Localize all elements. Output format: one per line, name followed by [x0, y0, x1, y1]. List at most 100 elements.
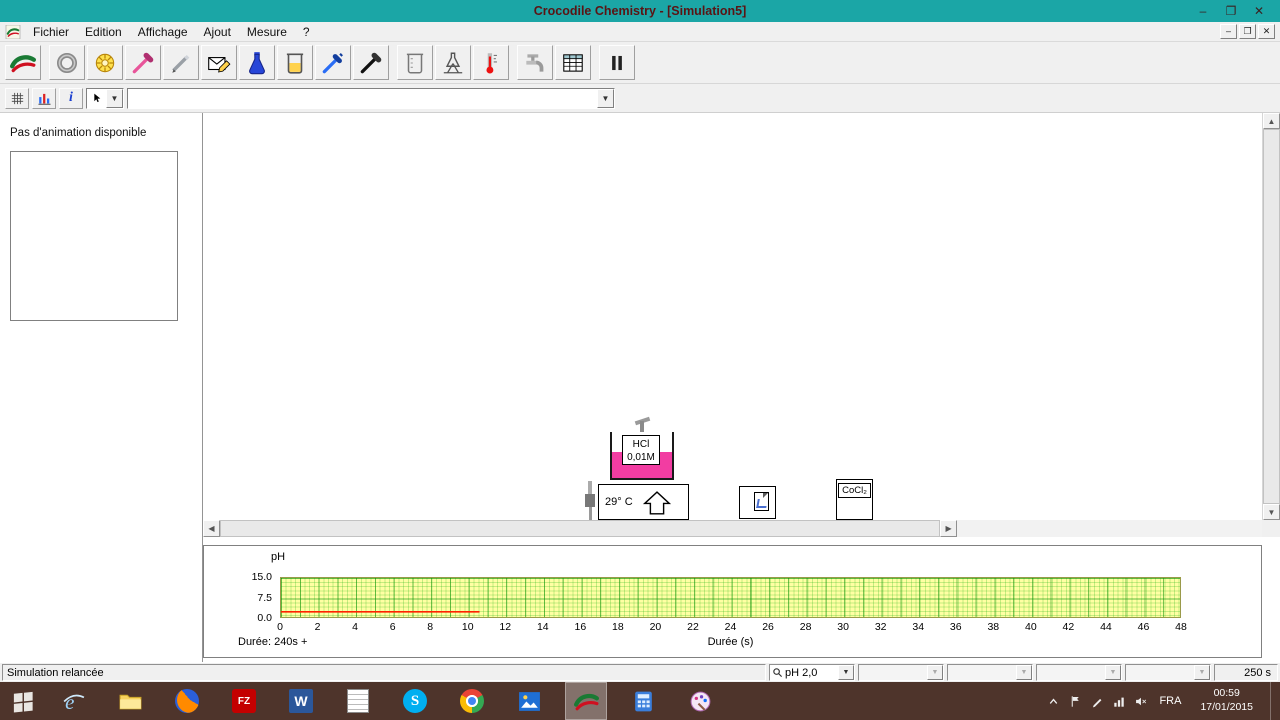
syringe-blue-button[interactable] — [315, 45, 351, 80]
x-tick-label: 40 — [1024, 621, 1037, 633]
status-combo-1[interactable]: ▼ — [858, 664, 944, 681]
pen-input-icon[interactable] — [1091, 695, 1104, 708]
close-button[interactable]: ✕ — [1252, 0, 1266, 22]
bottle-cocl2[interactable]: CoCl₂ — [836, 479, 873, 520]
beaker-outline-button[interactable] — [397, 45, 433, 80]
graph-x-axis: 0 2 4 6 8 10 12 14 16 18 20 22 24 26 28 30 32 34 36 38 40 42 4… — [277, 621, 1187, 634]
taskbar-app-filezilla[interactable]: FZ — [223, 682, 265, 720]
cursor-icon — [94, 93, 101, 102]
ph-combo-arrow[interactable]: ▼ — [838, 665, 854, 680]
status-combo-2-arrow: ▼ — [1016, 665, 1032, 680]
clock-time: 00:59 — [1213, 687, 1240, 700]
window-title: Crocodile Chemistry - [Simulation5] — [533, 4, 747, 18]
grid-small-button[interactable] — [5, 87, 29, 109]
animation-sidebar: Pas d'animation disponible — [0, 113, 203, 662]
data-table-button[interactable] — [555, 45, 591, 80]
scroll-left-button[interactable]: ◀ — [203, 520, 220, 537]
status-combo-3[interactable]: ▼ — [1036, 664, 1122, 681]
graph-title: pH — [271, 551, 286, 563]
y-tick-label: 15.0 — [251, 570, 272, 583]
graph-x-axis-label: Durée (s) — [707, 636, 754, 648]
taskbar-app-paint[interactable] — [679, 682, 721, 720]
flask-stand-button[interactable] — [435, 45, 471, 80]
gear-yellow-button[interactable] — [87, 45, 123, 80]
status-combo-4[interactable]: ▼ — [1125, 664, 1211, 681]
system-tray: FRA 00:59 17/01/2015 — [1047, 682, 1280, 720]
taskbar-clock[interactable]: 00:59 17/01/2015 — [1192, 687, 1261, 714]
thermometer-button[interactable] — [473, 45, 509, 80]
taskbar-app-chrome[interactable] — [451, 682, 493, 720]
ph-graph-panel[interactable]: pH 15.0 7.5 0.0 0 2 4 6 8 10 12 14 16 18 20 22 24 26 28 3… — [203, 545, 1262, 658]
heater[interactable]: 29° C — [598, 484, 689, 520]
probe-tip — [589, 507, 592, 520]
taskbar-app-firefox[interactable] — [166, 682, 208, 720]
tray-expand-icon[interactable] — [1047, 695, 1060, 708]
mdi-close-button[interactable]: ✕ — [1258, 24, 1275, 39]
graph-y-axis: 15.0 7.5 0.0 — [204, 571, 276, 624]
scroll-down-button[interactable]: ▼ — [1263, 504, 1280, 520]
mdi-restore-button[interactable]: ❐ — [1239, 24, 1256, 39]
info-button[interactable]: i — [59, 87, 83, 109]
temperature-probe[interactable] — [583, 481, 597, 520]
volume-icon[interactable] — [1135, 695, 1148, 708]
ph-combo[interactable]: pH 2,0 ▼ — [769, 664, 855, 681]
wheel-button[interactable] — [49, 45, 85, 80]
selection-combobox-arrow[interactable]: ▼ — [597, 88, 614, 108]
status-combo-3-arrow: ▼ — [1105, 665, 1121, 680]
x-tick-label: 28 — [799, 621, 812, 633]
scroll-right-button[interactable]: ▶ — [940, 520, 958, 537]
taskbar-app-ie[interactable]: e — [52, 682, 94, 720]
pencil-button[interactable] — [163, 45, 199, 80]
network-icon[interactable] — [1113, 695, 1126, 708]
action-center-icon[interactable] — [1069, 695, 1082, 708]
language-indicator[interactable]: FRA — [1157, 695, 1183, 707]
beaker-yellow-button[interactable] — [277, 45, 313, 80]
show-desktop-button[interactable] — [1270, 682, 1276, 720]
chemical-box[interactable] — [739, 486, 776, 519]
scrollbar-corner — [1262, 520, 1280, 537]
menu-item-fichier[interactable]: Fichier — [25, 23, 77, 41]
taskbar-app-notepad[interactable] — [337, 682, 379, 720]
flask-blue-button[interactable] — [239, 45, 275, 80]
graph-plot-area[interactable] — [280, 577, 1181, 618]
vertical-scroll-thumb[interactable] — [1263, 129, 1280, 504]
mdi-minimize-button[interactable]: – — [1220, 24, 1237, 39]
menu-item-mesure[interactable]: Mesure — [239, 23, 295, 41]
extra-combos: ▼ ▼ ▼ ▼ — [858, 664, 1211, 681]
x-tick-label: 8 — [427, 621, 434, 633]
status-bar: Simulation relancée pH 2,0 ▼ ▼ ▼ ▼ ▼ 250 s — [0, 662, 1280, 682]
status-combo-2[interactable]: ▼ — [947, 664, 1033, 681]
start-button[interactable] — [2, 682, 44, 720]
envelope-edit-button[interactable] — [201, 45, 237, 80]
taskbar-app-calculator[interactable] — [622, 682, 664, 720]
taskbar-app-photos[interactable] — [508, 682, 550, 720]
horizontal-scroll-thumb[interactable] — [220, 520, 941, 537]
simulation-canvas[interactable]: HCl 0,01M 29° C CoCl₂ — [203, 113, 1262, 520]
taskbar-app-explorer[interactable] — [109, 682, 151, 720]
taskbar-app-word[interactable]: W — [280, 682, 322, 720]
chart-small-button[interactable] — [32, 87, 56, 109]
restore-button[interactable]: ❐ — [1224, 0, 1238, 22]
menu-item-edition[interactable]: Edition — [77, 23, 130, 41]
x-tick-label: 22 — [687, 621, 699, 633]
tap-button[interactable] — [517, 45, 553, 80]
selection-combobox[interactable]: ▼ — [127, 87, 615, 109]
info-icon: i — [69, 90, 73, 105]
scroll-up-button[interactable]: ▲ — [1263, 113, 1280, 129]
crocodile-logo-button[interactable] — [5, 45, 41, 80]
dropper-pink-button[interactable] — [125, 45, 161, 80]
taskbar-app-skype[interactable]: S — [394, 682, 436, 720]
horizontal-scrollbar[interactable]: ◀ ▶ — [203, 520, 1262, 537]
beaker-hcl[interactable]: HCl 0,01M — [610, 416, 674, 480]
pointer-combo-arrow[interactable]: ▼ — [106, 88, 123, 108]
minimize-button[interactable]: – — [1196, 0, 1210, 22]
pause-button[interactable] — [599, 45, 635, 80]
pointer-tool-combo[interactable]: ▼ — [86, 87, 124, 109]
taskbar-app-crocodile[interactable] — [565, 682, 607, 720]
status-combo-1-arrow: ▼ — [927, 665, 943, 680]
menu-item-[interactable]: ? — [295, 23, 318, 41]
menu-item-affichage[interactable]: Affichage — [130, 23, 196, 41]
pen-black-button[interactable] — [353, 45, 389, 80]
menu-item-ajout[interactable]: Ajout — [196, 23, 239, 41]
vertical-scrollbar[interactable]: ▲ ▼ — [1262, 113, 1280, 520]
